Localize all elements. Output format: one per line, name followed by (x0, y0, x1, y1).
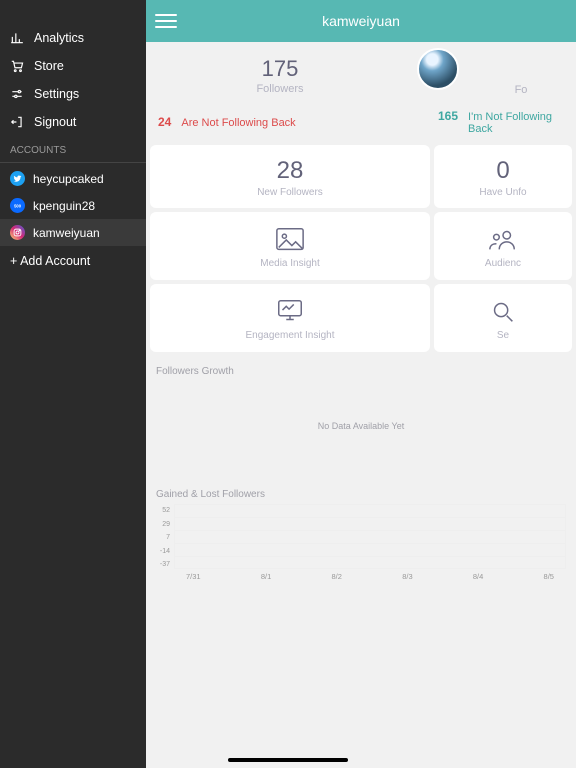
account-item-kpenguin28[interactable]: 500 kpenguin28 (0, 192, 146, 219)
gained-lost-title: Gained & Lost Followers (150, 479, 572, 504)
chart-grid (174, 504, 566, 569)
followers-growth-title: Followers Growth (150, 356, 572, 381)
signout-icon (10, 115, 24, 129)
add-account-button[interactable]: + Add Account (0, 246, 146, 276)
body: 175 Followers Fo 24 Are Not Following Ba… (146, 42, 576, 768)
im-not-following-back[interactable]: 165 I'm Not Following Back (438, 109, 564, 135)
new-followers-count: 28 (277, 157, 304, 185)
sidebar: Analytics Store Settings Signout ACCOUNT… (0, 0, 146, 768)
people-icon (488, 226, 518, 252)
followers-label: Followers (150, 83, 410, 95)
home-indicator (228, 758, 348, 762)
header-bar: kamweiyuan (146, 0, 576, 42)
media-insight-card[interactable]: Media Insight (150, 212, 430, 280)
avatar[interactable] (417, 48, 459, 90)
gained-lost-chart: 52 29 7 -14 -37 7/31 8/1 8/2 8/3 8/4 8/5 (150, 504, 572, 584)
unfollowed-card[interactable]: 0 Have Unfo (434, 145, 572, 208)
page-title: kamweiyuan (146, 13, 576, 29)
nav-store[interactable]: Store (0, 52, 146, 80)
nav-settings[interactable]: Settings (0, 80, 146, 108)
followers-count: 175 (150, 56, 410, 82)
engagement-insight-label: Engagement Insight (246, 330, 335, 341)
accounts-section-label: ACCOUNTS (0, 136, 146, 163)
followers-stat[interactable]: 175 Followers (150, 56, 410, 95)
image-icon (275, 226, 305, 252)
account-item-kamweiyuan[interactable]: kamweiyuan (0, 219, 146, 246)
audience-insight-label: Audienc (485, 258, 521, 269)
chart-x-labels: 7/31 8/1 8/2 8/3 8/4 8/5 (174, 569, 566, 581)
account-label: kamweiyuan (33, 226, 100, 240)
im-not-following-back-label: I'm Not Following Back (468, 111, 564, 135)
nav-label: Store (34, 59, 64, 73)
audience-insight-card[interactable]: Audienc (434, 212, 572, 280)
hamburger-icon[interactable] (152, 7, 180, 35)
new-followers-card[interactable]: 28 New Followers (150, 145, 430, 208)
unfollowed-label: Have Unfo (479, 187, 526, 198)
nav-label: Analytics (34, 31, 84, 45)
nav-label: Settings (34, 87, 79, 101)
svg-text:500: 500 (14, 203, 22, 208)
followers-growth-nodata: No Data Available Yet (150, 381, 572, 479)
new-followers-label: New Followers (257, 187, 323, 198)
account-label: kpenguin28 (33, 199, 95, 213)
cart-icon (10, 59, 24, 73)
unfollowed-count: 0 (496, 157, 509, 185)
instagram-icon (10, 225, 25, 240)
nav-label: Signout (34, 115, 76, 129)
follow-back-row: 24 Are Not Following Back 165 I'm Not Fo… (150, 104, 572, 145)
bar-chart-icon (10, 31, 24, 45)
account-item-heycupcaked[interactable]: heycupcaked (0, 165, 146, 192)
nav-signout[interactable]: Signout (0, 108, 146, 136)
following-label: Fo (470, 84, 572, 96)
engagement-insight-card[interactable]: Engagement Insight (150, 284, 430, 352)
media-insight-label: Media Insight (260, 258, 319, 269)
not-following-back-label: Are Not Following Back (181, 117, 295, 129)
chart-y-labels: 52 29 7 -14 -37 (154, 507, 170, 568)
fivehundredpx-icon: 500 (10, 198, 25, 213)
search-icon (488, 298, 518, 324)
summary-stats: 175 Followers Fo (150, 42, 572, 104)
search-card[interactable]: Se (434, 284, 572, 352)
monitor-chart-icon (275, 298, 305, 324)
search-label: Se (497, 330, 509, 341)
im-not-following-back-count: 165 (438, 109, 458, 123)
content-area: kamweiyuan 175 Followers Fo 24 Are Not F… (146, 0, 576, 768)
account-label: heycupcaked (33, 172, 104, 186)
not-following-back-count: 24 (158, 115, 171, 129)
sliders-icon (10, 87, 24, 101)
not-following-back[interactable]: 24 Are Not Following Back (158, 115, 438, 129)
twitter-icon (10, 171, 25, 186)
nav-analytics[interactable]: Analytics (0, 24, 146, 52)
